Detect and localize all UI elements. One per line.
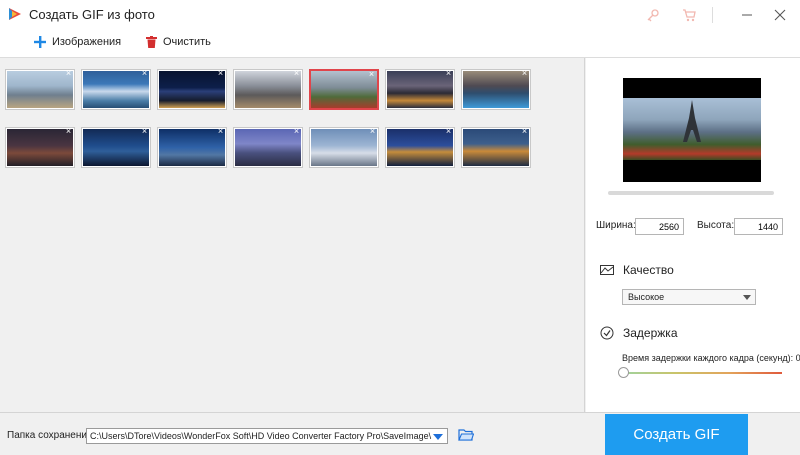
remove-thumbnail-icon[interactable]: × [216,127,225,136]
add-images-label: Изображения [52,36,122,48]
thumbnail[interactable]: × [5,127,75,168]
thumbnail[interactable]: × [461,69,531,110]
thumbnail[interactable]: × [157,127,227,168]
quality-label: Качество [623,263,674,277]
cart-icon[interactable] [680,6,698,24]
save-folder-label: Папка сохранения: [7,430,96,441]
trash-icon [146,36,157,48]
title-bar: Создать GIF из фото [0,0,800,30]
save-folder-path-field[interactable]: C:\Users\DTore\Videos\WonderFox Soft\HD … [86,428,448,444]
clear-label: Очистить [163,36,211,48]
minimize-button[interactable] [730,0,764,30]
thumbnail[interactable]: × [385,127,455,168]
delay-description: Время задержки каждого кадра (секунд): 0… [622,353,800,363]
preview-frame [623,78,761,182]
delay-label: Задержка [623,326,678,340]
clear-button[interactable]: Очистить [146,36,211,48]
remove-thumbnail-icon[interactable]: × [444,69,453,78]
width-label: Ширина: [596,220,636,231]
settings-panel: Ширина: Высота: Качество Высокое Задержк… [586,58,800,412]
thumbnail[interactable]: × [309,127,379,168]
thumbnail[interactable]: × [233,127,303,168]
remove-thumbnail-icon[interactable]: × [444,127,453,136]
remove-thumbnail-icon[interactable]: × [520,69,529,78]
save-folder-path: C:\Users\DTore\Videos\WonderFox Soft\HD … [90,431,432,441]
close-button[interactable] [763,0,797,30]
title-divider [712,7,713,23]
remove-thumbnail-icon[interactable]: × [520,127,529,136]
remove-thumbnail-icon[interactable]: × [64,127,73,136]
delay-slider-handle[interactable] [618,367,629,378]
quality-value: Высокое [628,292,665,302]
window-title: Создать GIF из фото [29,7,155,22]
height-label: Высота: [697,220,735,231]
plus-icon [34,36,46,48]
width-field[interactable] [635,218,684,235]
thumbnail[interactable]: × [157,69,227,110]
folder-open-icon[interactable] [458,428,475,445]
create-gif-button[interactable]: Создать GIF [605,414,748,455]
remove-thumbnail-icon[interactable]: × [140,69,149,78]
thumbnail[interactable]: × [233,69,303,110]
remove-thumbnail-icon[interactable]: × [64,69,73,78]
toolbar: Изображения Очистить [0,30,800,58]
remove-thumbnail-icon[interactable]: × [140,127,149,136]
preview-image [623,98,761,160]
add-images-button[interactable]: Изображения [34,36,121,48]
thumbnail[interactable]: × [81,69,151,110]
app-logo-icon [9,8,21,20]
remove-thumbnail-icon[interactable]: × [216,69,225,78]
image-gallery: × × × × × × × × × × × × × × [0,58,585,412]
chevron-down-icon[interactable] [433,434,443,440]
thumbnail[interactable]: × [81,127,151,168]
remove-thumbnail-icon[interactable]: × [368,127,377,136]
delay-slider-track[interactable] [622,372,782,374]
delay-section: Задержка [600,326,678,340]
remove-thumbnail-icon[interactable]: × [292,69,301,78]
remove-thumbnail-icon[interactable]: × [367,70,376,79]
remove-thumbnail-icon[interactable]: × [292,127,301,136]
chevron-down-icon [743,295,751,300]
quality-icon [600,265,614,275]
thumbnail[interactable]: × [385,69,455,110]
clock-icon [600,326,614,340]
quality-select[interactable]: Высокое [622,289,756,305]
thumbnail-selected[interactable]: × [309,69,379,110]
thumbnail[interactable]: × [461,127,531,168]
key-icon[interactable] [644,6,662,24]
thumbnail[interactable]: × [5,69,75,110]
quality-section: Качество [600,263,674,277]
height-field[interactable] [734,218,783,235]
preview-progress-bar [608,191,774,195]
